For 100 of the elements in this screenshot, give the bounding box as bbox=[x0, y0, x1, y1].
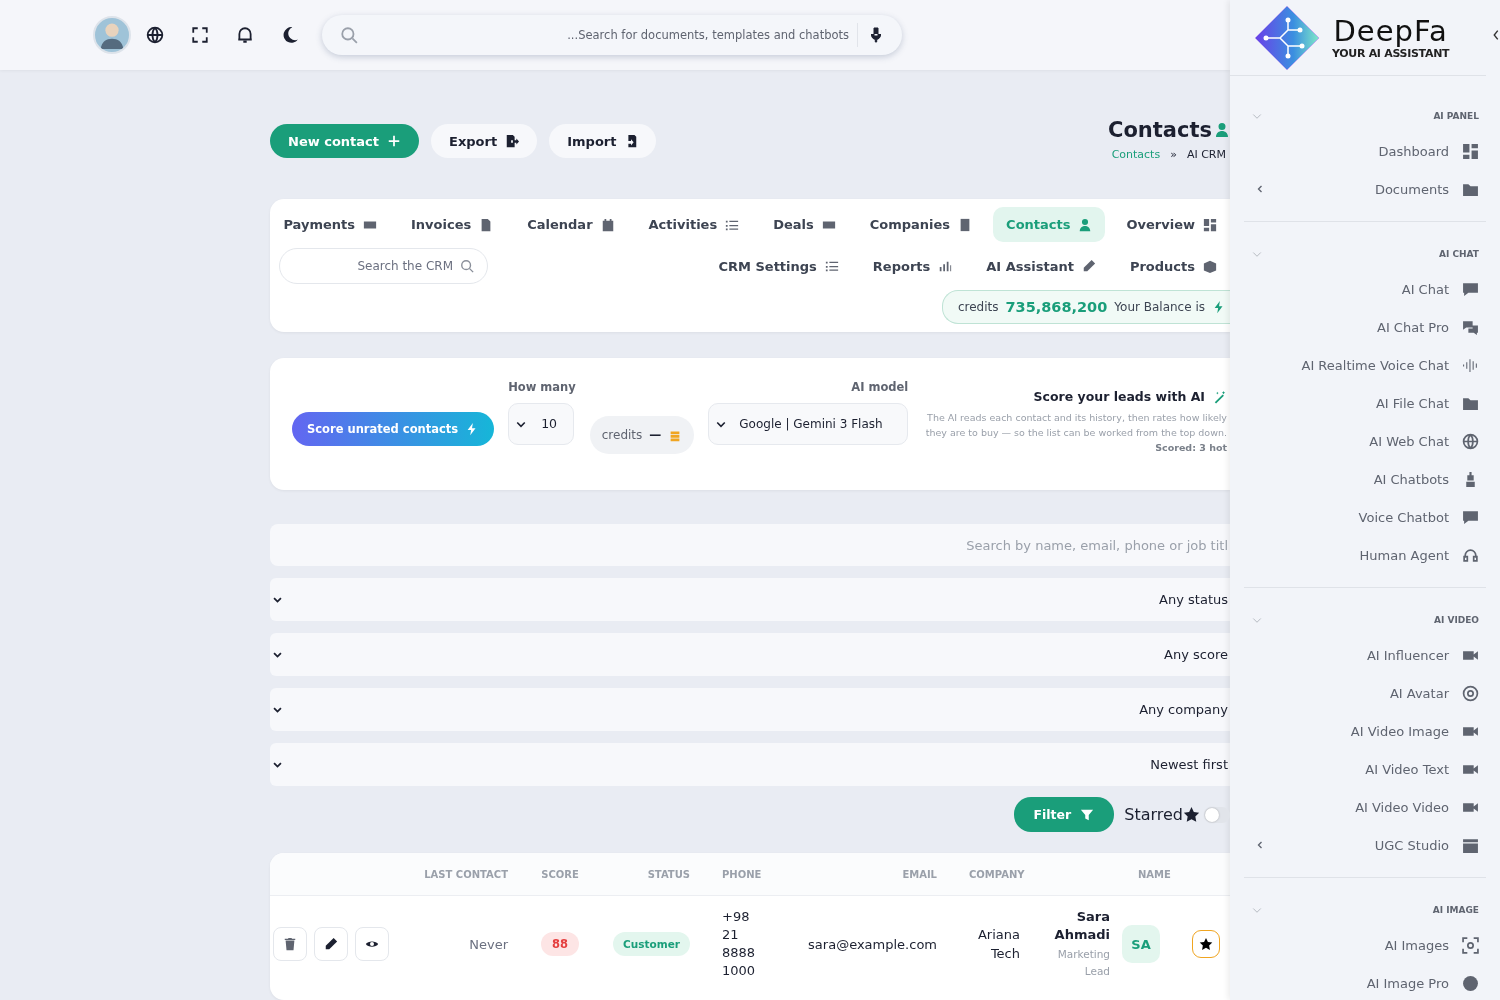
dashboard-icon bbox=[1462, 142, 1479, 160]
score-badge: 88 bbox=[541, 932, 579, 956]
nav-link[interactable]: Products bbox=[1116, 248, 1230, 284]
plus-icon bbox=[387, 134, 402, 148]
breadcrumb-link[interactable]: Contacts bbox=[1111, 148, 1161, 161]
nav-tab[interactable]: Invoices bbox=[398, 207, 507, 242]
action-button[interactable]: New contact bbox=[270, 124, 420, 158]
sidebar-item[interactable]: AI Video Video bbox=[1244, 788, 1486, 826]
field-label: AI model bbox=[851, 379, 909, 394]
sidebar-item[interactable]: AI Realtime Voice Chat bbox=[1244, 346, 1486, 384]
section-heading: AI PANEL bbox=[1433, 111, 1479, 121]
column-header: PHONE bbox=[721, 868, 763, 880]
nav-tab[interactable]: Overview bbox=[1113, 207, 1230, 242]
star-button[interactable] bbox=[1192, 930, 1220, 958]
globe-icon bbox=[1462, 432, 1479, 450]
nav-tab[interactable]: Deals bbox=[760, 207, 849, 242]
chat-icon bbox=[1462, 280, 1479, 298]
edit-button[interactable] bbox=[314, 927, 348, 961]
sidebar-item[interactable]: AI Image Pro bbox=[1244, 964, 1486, 1000]
filter-select[interactable]: Any status bbox=[270, 578, 1230, 621]
search-icon bbox=[340, 26, 358, 44]
table-cell-text: sara@example.com bbox=[807, 936, 938, 952]
sidebar-item[interactable]: AI Chat Pro bbox=[1244, 308, 1486, 346]
search-input[interactable]: ...Search for documents, templates and chatbots bbox=[368, 23, 858, 47]
crm-search-field[interactable]: Search the CRM bbox=[279, 248, 488, 284]
contact-search-field[interactable]: Search by name, email, phone or job titl bbox=[270, 524, 1230, 566]
sidebar-item[interactable]: Documents bbox=[1244, 170, 1486, 208]
balance-caption: Your Balance is bbox=[1114, 300, 1205, 314]
cost-unit: credits bbox=[601, 428, 643, 442]
nav-tab[interactable]: Companies bbox=[856, 207, 986, 242]
action-button[interactable]: Export bbox=[431, 124, 538, 158]
search-icon bbox=[460, 259, 474, 273]
column-header: STATUS bbox=[646, 868, 691, 880]
balance-amount: 735,868,200 bbox=[1005, 299, 1108, 315]
microphone-icon[interactable] bbox=[868, 26, 884, 44]
section-heading: AI VIDEO bbox=[1433, 615, 1479, 625]
action-button[interactable]: Import bbox=[549, 124, 657, 158]
fullscreen-icon[interactable] bbox=[191, 26, 209, 44]
nav-tab[interactable]: Contacts bbox=[993, 207, 1106, 242]
starred-toggle[interactable] bbox=[1204, 806, 1230, 823]
initials-avatar: SA bbox=[1122, 925, 1160, 963]
view-button[interactable] bbox=[355, 927, 389, 961]
column-header: LAST CONTACT bbox=[423, 868, 509, 880]
notifications-icon[interactable] bbox=[236, 26, 254, 44]
sidebar-item[interactable]: AI Chatbots bbox=[1244, 460, 1486, 498]
brand-name: DeepFa bbox=[1333, 15, 1448, 47]
sidebar-item[interactable]: AI Avatar bbox=[1244, 674, 1486, 712]
avatar[interactable] bbox=[93, 16, 131, 54]
nav-tab[interactable]: Payments bbox=[270, 207, 390, 242]
nav-link[interactable]: AI Assistant bbox=[973, 248, 1109, 284]
funnel-icon bbox=[1080, 807, 1095, 822]
delete-button[interactable] bbox=[273, 927, 307, 961]
nav-link[interactable]: CRM Settings bbox=[705, 248, 852, 284]
contact-name: Sara Ahmadi bbox=[1053, 908, 1110, 944]
search-field[interactable]: ...Search for documents, templates and chatbots bbox=[322, 15, 902, 55]
balance-unit: credits bbox=[957, 300, 999, 314]
sidebar-item[interactable]: UGC Studio bbox=[1244, 826, 1486, 864]
starred-label: Starred bbox=[1124, 805, 1183, 824]
image-focus-icon bbox=[1462, 936, 1479, 954]
calendar-icon bbox=[600, 217, 615, 232]
chat-bubbles-icon bbox=[1462, 318, 1479, 336]
model-select[interactable]: Google | Gemini 3 Flash bbox=[708, 402, 909, 445]
nav-tab[interactable]: Activities bbox=[635, 207, 753, 242]
sidebar-item[interactable]: Human Agent bbox=[1244, 536, 1486, 574]
sidebar-item[interactable]: Voice Chatbot bbox=[1244, 498, 1486, 536]
job-title: Marketing Lead bbox=[1056, 947, 1110, 979]
scoring-description: The AI reads each contact and its history, then rates how likely they are to buy — so the list can be worked from the top down. Scored: 3 hot bbox=[924, 411, 1227, 455]
column-header: NAME bbox=[1137, 868, 1172, 880]
nav-tab[interactable]: Calendar bbox=[514, 207, 628, 242]
scoring-title: Score your leads with AI bbox=[1033, 389, 1205, 404]
column-header: SCORE bbox=[540, 868, 580, 880]
score-contacts-button[interactable]: Score unrated contacts bbox=[292, 412, 495, 446]
sidebar-item[interactable]: Dashboard bbox=[1244, 132, 1486, 170]
column-header: COMPANY bbox=[968, 868, 1026, 880]
section-heading: AI IMAGE bbox=[1432, 905, 1479, 915]
nav-link[interactable]: Reports bbox=[859, 248, 966, 284]
brand-tagline: YOUR AI ASSISTANT bbox=[1332, 47, 1450, 60]
sidebar-item[interactable]: AI Video Image bbox=[1244, 712, 1486, 750]
collapse-chevron-icon[interactable] bbox=[1492, 28, 1500, 42]
filter-select[interactable]: Any company bbox=[270, 688, 1230, 731]
table-cell-text: Never bbox=[468, 936, 509, 952]
chat-icon bbox=[1462, 508, 1479, 526]
sidebar-item[interactable]: AI Images bbox=[1244, 926, 1486, 964]
user-icon bbox=[1214, 121, 1230, 139]
sidebar-item[interactable]: AI Influencer bbox=[1244, 636, 1486, 674]
cost-value: — bbox=[649, 428, 662, 442]
filter-button[interactable]: Filter bbox=[1013, 797, 1115, 832]
sidebar-item[interactable]: AI File Chat bbox=[1244, 384, 1486, 422]
moon-icon[interactable] bbox=[281, 26, 299, 44]
sidebar-item[interactable]: AI Web Chat bbox=[1244, 422, 1486, 460]
sidebar-item[interactable]: AI Video Text bbox=[1244, 750, 1486, 788]
filter-select[interactable]: Any score bbox=[270, 633, 1230, 676]
count-select[interactable]: 10 bbox=[508, 402, 575, 445]
section-heading: AI CHAT bbox=[1439, 249, 1479, 259]
filter-select[interactable]: Newest first bbox=[270, 743, 1230, 786]
file-export-icon bbox=[505, 134, 520, 148]
breadcrumb-separator: » bbox=[1170, 148, 1177, 161]
sidebar-item[interactable]: AI Chat bbox=[1244, 270, 1486, 308]
globe-icon[interactable] bbox=[146, 26, 164, 44]
headset-icon bbox=[1462, 546, 1479, 564]
